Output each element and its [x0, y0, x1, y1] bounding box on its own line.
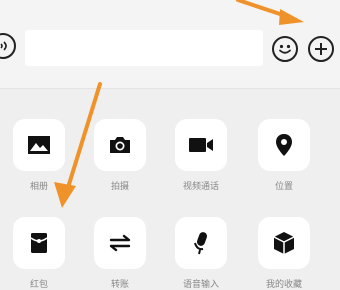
voice-icon[interactable] — [0, 33, 16, 59]
favorites-tile[interactable]: 我的收藏 — [252, 217, 316, 290]
voice-input-tile[interactable]: 语音输入 — [169, 217, 233, 290]
emoji-icon[interactable] — [272, 36, 298, 62]
location-label: 位置 — [274, 182, 293, 192]
favorites-tile-box — [258, 217, 310, 269]
favorites-icon — [273, 232, 295, 254]
transfer-icon — [109, 234, 131, 252]
annotation-arrow-to-red-packet — [54, 82, 102, 208]
plus-icon[interactable] — [308, 36, 334, 62]
red-packet-icon — [30, 233, 48, 253]
video-call-icon — [189, 138, 213, 152]
favorites-label: 我的收藏 — [265, 280, 302, 290]
annotation-arrow-to-plus — [236, 0, 304, 25]
video-call-tile-box — [175, 119, 227, 171]
red-packet-tile[interactable]: 红包 — [7, 217, 71, 290]
location-tile[interactable]: 位置 — [252, 119, 316, 192]
voice-input-tile-box — [175, 217, 227, 269]
location-tile-box — [258, 119, 310, 171]
video-call-label: 视频通话 — [182, 182, 219, 192]
red-packet-tile-box — [13, 217, 65, 269]
location-icon — [276, 134, 292, 156]
voice-input-label: 语音输入 — [182, 280, 219, 290]
camera-icon — [110, 137, 130, 153]
voice-input-icon — [194, 232, 208, 255]
transfer-tile-box — [94, 217, 146, 269]
transfer-tile[interactable]: 转账 — [88, 217, 152, 290]
transfer-label: 转账 — [110, 280, 129, 290]
message-input[interactable] — [25, 30, 263, 66]
video-call-tile[interactable]: 视频通话 — [169, 119, 233, 192]
red-packet-label: 红包 — [29, 280, 48, 290]
photo-icon — [28, 136, 50, 154]
